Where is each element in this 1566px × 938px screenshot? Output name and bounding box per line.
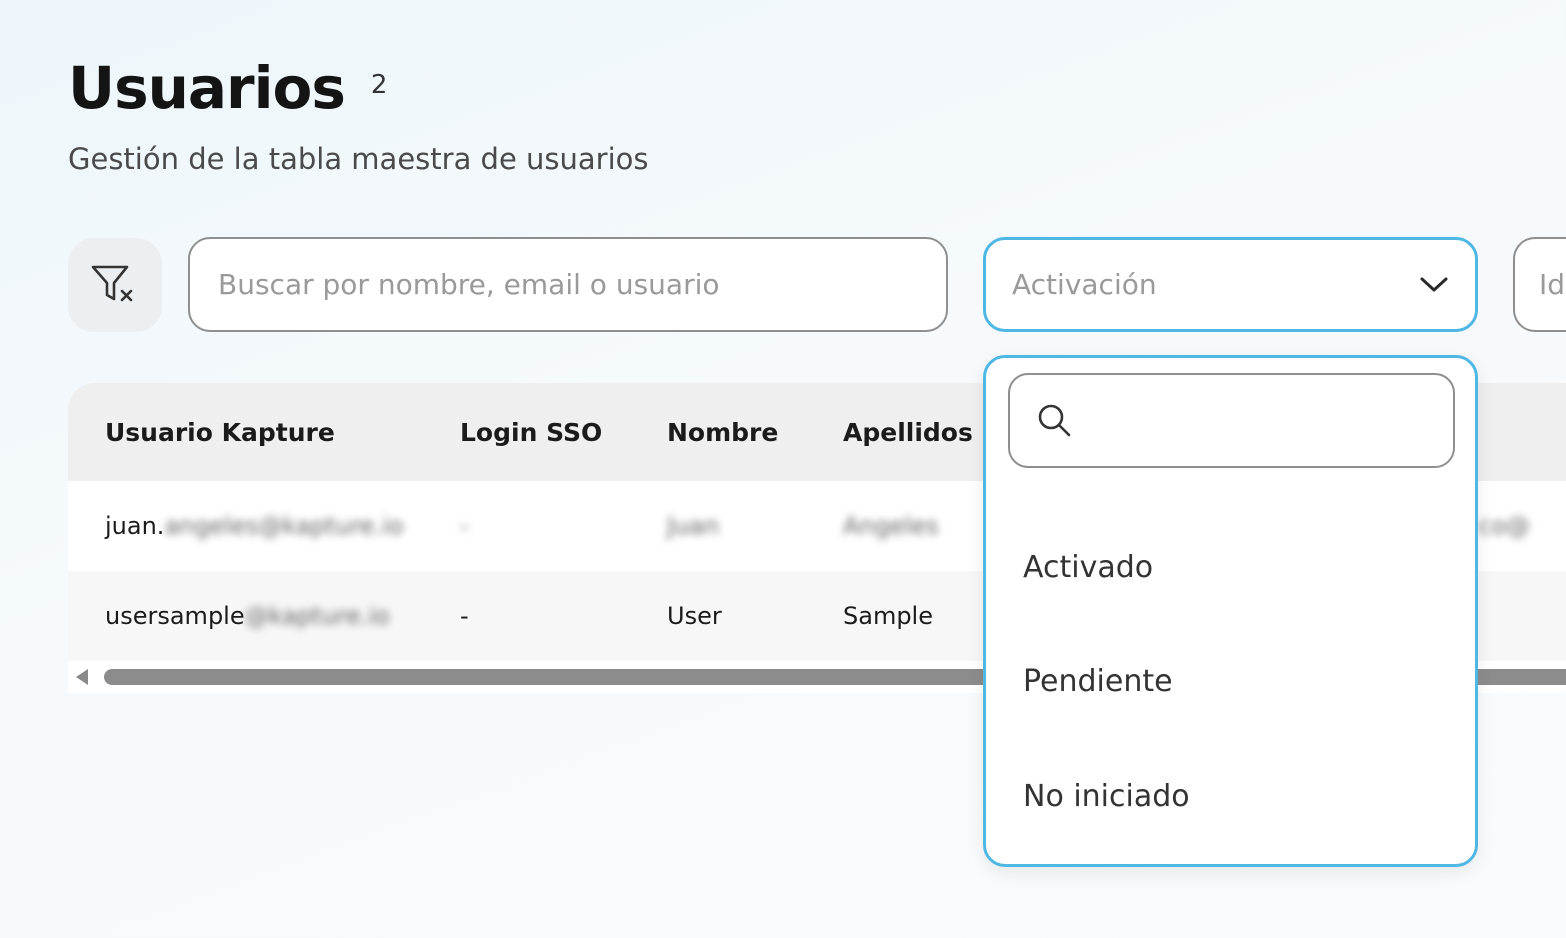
activation-dropdown-menu: Activado Pendiente No iniciado <box>983 355 1478 867</box>
column-header-login[interactable]: Login SSO <box>460 383 602 481</box>
activation-select[interactable]: Activación <box>983 237 1478 332</box>
option-pendiente[interactable]: Pendiente <box>1023 664 1173 699</box>
cell-apellidos: Sample <box>843 602 933 630</box>
cell-usuario-visible: juan. <box>105 512 165 540</box>
cell-usuario-visible: usersample <box>105 602 245 630</box>
column-header-usuario[interactable]: Usuario Kapture <box>105 383 335 481</box>
chevron-down-icon <box>1420 277 1448 291</box>
dropdown-search-field[interactable] <box>1008 373 1455 468</box>
cell-nombre: User <box>667 602 722 630</box>
dropdown-search-input[interactable] <box>1088 405 1388 436</box>
cell-usuario-redacted: angeles@kapture.io <box>164 512 404 540</box>
column-header-apellidos[interactable]: Apellidos <box>843 383 973 481</box>
clear-filters-button[interactable] <box>68 238 162 332</box>
id-filter-field[interactable]: Id <box>1513 237 1566 332</box>
cell-overflow: co@ <box>1478 512 1530 540</box>
activation-select-placeholder: Activación <box>1012 268 1157 301</box>
filter-clear-icon <box>91 265 133 302</box>
cell-login: - <box>460 512 469 540</box>
page-title: Usuarios <box>68 54 346 122</box>
cell-login: - <box>460 602 469 630</box>
user-count-badge: 2 <box>370 70 388 100</box>
search-input[interactable] <box>218 268 946 301</box>
option-no-iniciado[interactable]: No iniciado <box>1023 779 1190 814</box>
cell-usuario: juan. angeles@kapture.io <box>105 481 403 571</box>
option-activado[interactable]: Activado <box>1023 550 1153 585</box>
search-icon <box>1038 404 1071 436</box>
search-field[interactable] <box>188 237 948 332</box>
id-filter-placeholder: Id <box>1539 268 1566 301</box>
cell-nombre: Juan <box>667 512 720 540</box>
cell-usuario-redacted: @kapture.io <box>244 602 390 630</box>
cell-apellidos: Angeles <box>843 512 939 540</box>
scroll-left-arrow-icon[interactable] <box>76 669 88 685</box>
column-header-nombre[interactable]: Nombre <box>667 383 778 481</box>
page-subtitle: Gestión de la tabla maestra de usuarios <box>68 142 649 176</box>
cell-usuario: usersample @kapture.io <box>105 571 390 661</box>
title-row: Usuarios 2 <box>68 52 387 124</box>
